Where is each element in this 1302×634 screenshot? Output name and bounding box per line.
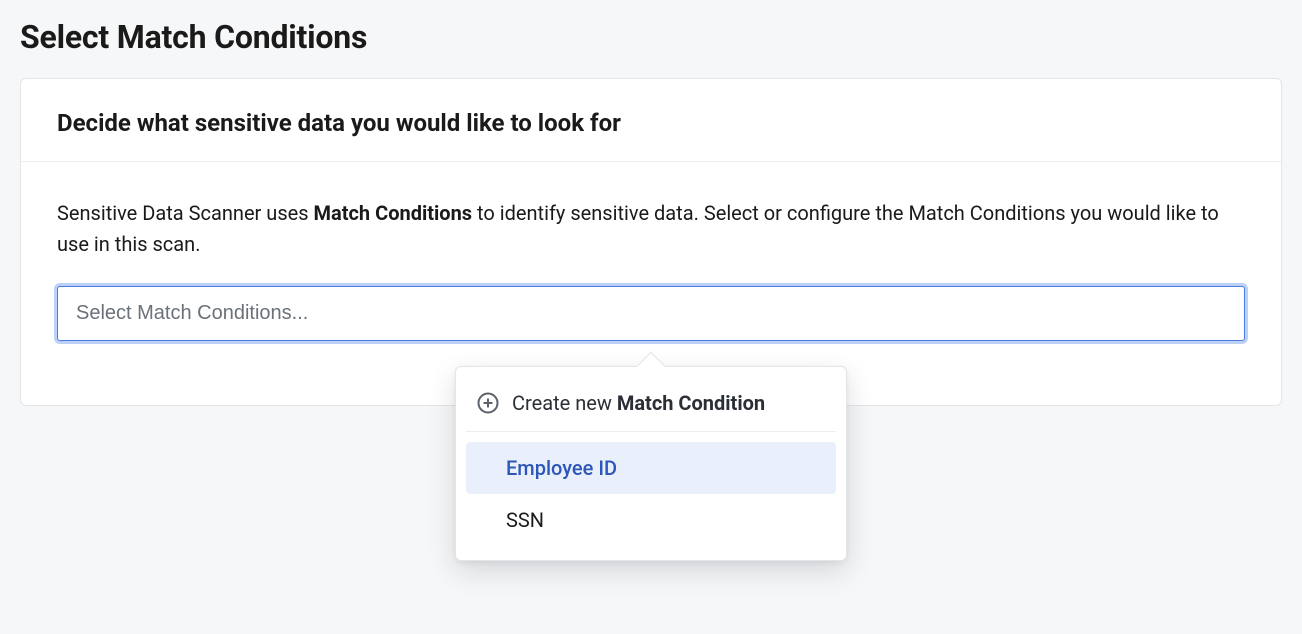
card-description: Sensitive Data Scanner uses Match Condit… xyxy=(57,198,1245,260)
card-header-title: Decide what sensitive data you would lik… xyxy=(57,109,1245,137)
match-conditions-dropdown: Create new Match Condition Employee ID S… xyxy=(455,366,847,561)
create-bold: Match Condition xyxy=(617,391,765,415)
card-header: Decide what sensitive data you would lik… xyxy=(21,79,1281,162)
option-employee-id[interactable]: Employee ID xyxy=(466,442,836,494)
create-match-condition-button[interactable]: Create new Match Condition xyxy=(466,377,836,432)
option-ssn[interactable]: SSN xyxy=(466,494,836,546)
description-pre: Sensitive Data Scanner uses xyxy=(57,201,314,225)
match-conditions-card: Decide what sensitive data you would lik… xyxy=(20,78,1282,406)
dropdown-options: Employee ID SSN xyxy=(466,432,836,546)
select-wrap: Create new Match Condition Employee ID S… xyxy=(57,286,1245,341)
plus-circle-icon xyxy=(476,391,500,415)
create-pre: Create new xyxy=(512,391,617,415)
create-label: Create new Match Condition xyxy=(512,391,765,415)
description-bold: Match Conditions xyxy=(314,201,473,225)
page-title: Select Match Conditions xyxy=(20,18,1282,56)
match-conditions-select[interactable] xyxy=(57,286,1245,341)
card-body: Sensitive Data Scanner uses Match Condit… xyxy=(21,162,1281,405)
